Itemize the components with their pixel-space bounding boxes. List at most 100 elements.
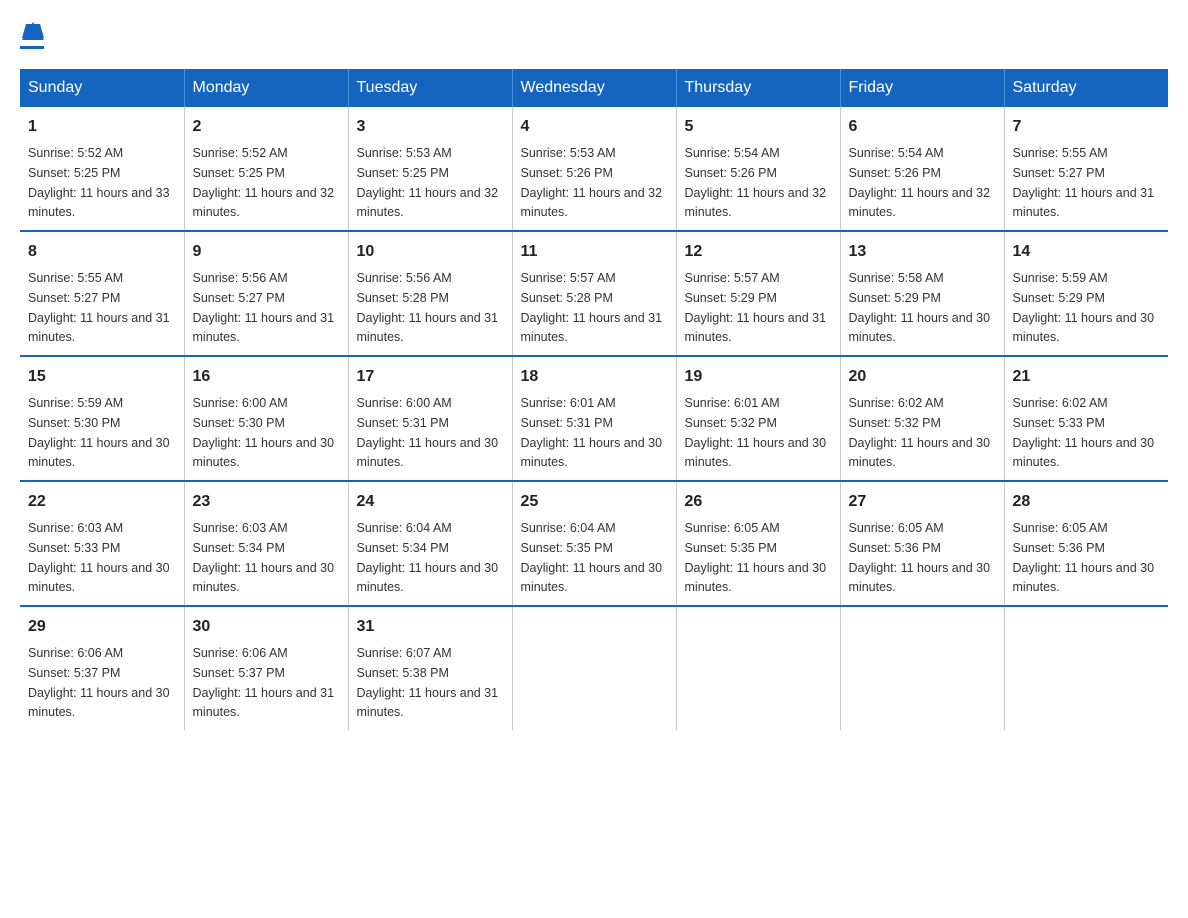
day-number: 29 bbox=[28, 615, 176, 639]
day-number: 30 bbox=[193, 615, 340, 639]
day-info: Sunrise: 5:55 AMSunset: 5:27 PMDaylight:… bbox=[28, 271, 170, 344]
day-info: Sunrise: 5:52 AMSunset: 5:25 PMDaylight:… bbox=[193, 146, 335, 219]
calendar-cell: 12 Sunrise: 5:57 AMSunset: 5:29 PMDaylig… bbox=[676, 231, 840, 356]
day-info: Sunrise: 5:57 AMSunset: 5:28 PMDaylight:… bbox=[521, 271, 663, 344]
day-info: Sunrise: 6:00 AMSunset: 5:30 PMDaylight:… bbox=[193, 396, 335, 469]
day-info: Sunrise: 6:04 AMSunset: 5:35 PMDaylight:… bbox=[521, 521, 663, 594]
day-info: Sunrise: 5:56 AMSunset: 5:28 PMDaylight:… bbox=[357, 271, 499, 344]
day-info: Sunrise: 6:00 AMSunset: 5:31 PMDaylight:… bbox=[357, 396, 499, 469]
header-thursday: Thursday bbox=[676, 69, 840, 107]
calendar-cell: 3 Sunrise: 5:53 AMSunset: 5:25 PMDayligh… bbox=[348, 107, 512, 231]
calendar-table: SundayMondayTuesdayWednesdayThursdayFrid… bbox=[20, 69, 1168, 730]
header-friday: Friday bbox=[840, 69, 1004, 107]
day-number: 20 bbox=[849, 365, 996, 389]
day-info: Sunrise: 6:05 AMSunset: 5:36 PMDaylight:… bbox=[1013, 521, 1155, 594]
day-info: Sunrise: 6:03 AMSunset: 5:34 PMDaylight:… bbox=[193, 521, 335, 594]
calendar-cell: 20 Sunrise: 6:02 AMSunset: 5:32 PMDaylig… bbox=[840, 356, 1004, 481]
calendar-week-row: 22 Sunrise: 6:03 AMSunset: 5:33 PMDaylig… bbox=[20, 481, 1168, 606]
day-info: Sunrise: 6:02 AMSunset: 5:32 PMDaylight:… bbox=[849, 396, 991, 469]
calendar-header-row: SundayMondayTuesdayWednesdayThursdayFrid… bbox=[20, 69, 1168, 107]
header-wednesday: Wednesday bbox=[512, 69, 676, 107]
day-number: 28 bbox=[1013, 490, 1161, 514]
calendar-week-row: 1 Sunrise: 5:52 AMSunset: 5:25 PMDayligh… bbox=[20, 107, 1168, 231]
calendar-cell: 26 Sunrise: 6:05 AMSunset: 5:35 PMDaylig… bbox=[676, 481, 840, 606]
calendar-cell: 14 Sunrise: 5:59 AMSunset: 5:29 PMDaylig… bbox=[1004, 231, 1168, 356]
calendar-week-row: 15 Sunrise: 5:59 AMSunset: 5:30 PMDaylig… bbox=[20, 356, 1168, 481]
calendar-cell: 18 Sunrise: 6:01 AMSunset: 5:31 PMDaylig… bbox=[512, 356, 676, 481]
logo bbox=[20, 20, 44, 49]
day-number: 13 bbox=[849, 240, 996, 264]
day-number: 22 bbox=[28, 490, 176, 514]
day-number: 3 bbox=[357, 115, 504, 139]
day-info: Sunrise: 6:03 AMSunset: 5:33 PMDaylight:… bbox=[28, 521, 170, 594]
day-number: 25 bbox=[521, 490, 668, 514]
day-info: Sunrise: 5:59 AMSunset: 5:30 PMDaylight:… bbox=[28, 396, 170, 469]
day-info: Sunrise: 6:06 AMSunset: 5:37 PMDaylight:… bbox=[28, 646, 170, 719]
calendar-cell: 15 Sunrise: 5:59 AMSunset: 5:30 PMDaylig… bbox=[20, 356, 184, 481]
calendar-cell: 2 Sunrise: 5:52 AMSunset: 5:25 PMDayligh… bbox=[184, 107, 348, 231]
day-info: Sunrise: 5:53 AMSunset: 5:25 PMDaylight:… bbox=[357, 146, 499, 219]
calendar-week-row: 8 Sunrise: 5:55 AMSunset: 5:27 PMDayligh… bbox=[20, 231, 1168, 356]
calendar-cell: 4 Sunrise: 5:53 AMSunset: 5:26 PMDayligh… bbox=[512, 107, 676, 231]
day-number: 9 bbox=[193, 240, 340, 264]
calendar-cell: 21 Sunrise: 6:02 AMSunset: 5:33 PMDaylig… bbox=[1004, 356, 1168, 481]
day-number: 14 bbox=[1013, 240, 1161, 264]
calendar-cell: 29 Sunrise: 6:06 AMSunset: 5:37 PMDaylig… bbox=[20, 606, 184, 730]
calendar-cell: 31 Sunrise: 6:07 AMSunset: 5:38 PMDaylig… bbox=[348, 606, 512, 730]
day-info: Sunrise: 6:01 AMSunset: 5:32 PMDaylight:… bbox=[685, 396, 827, 469]
header-saturday: Saturday bbox=[1004, 69, 1168, 107]
calendar-cell: 10 Sunrise: 5:56 AMSunset: 5:28 PMDaylig… bbox=[348, 231, 512, 356]
page-header bbox=[20, 20, 1168, 49]
day-info: Sunrise: 5:58 AMSunset: 5:29 PMDaylight:… bbox=[849, 271, 991, 344]
header-sunday: Sunday bbox=[20, 69, 184, 107]
day-info: Sunrise: 6:07 AMSunset: 5:38 PMDaylight:… bbox=[357, 646, 499, 719]
day-info: Sunrise: 6:04 AMSunset: 5:34 PMDaylight:… bbox=[357, 521, 499, 594]
day-info: Sunrise: 6:02 AMSunset: 5:33 PMDaylight:… bbox=[1013, 396, 1155, 469]
calendar-cell: 22 Sunrise: 6:03 AMSunset: 5:33 PMDaylig… bbox=[20, 481, 184, 606]
calendar-cell: 24 Sunrise: 6:04 AMSunset: 5:34 PMDaylig… bbox=[348, 481, 512, 606]
calendar-week-row: 29 Sunrise: 6:06 AMSunset: 5:37 PMDaylig… bbox=[20, 606, 1168, 730]
day-number: 19 bbox=[685, 365, 832, 389]
day-info: Sunrise: 6:05 AMSunset: 5:36 PMDaylight:… bbox=[849, 521, 991, 594]
day-info: Sunrise: 6:06 AMSunset: 5:37 PMDaylight:… bbox=[193, 646, 335, 719]
logo-triangle-icon bbox=[22, 20, 44, 42]
day-number: 1 bbox=[28, 115, 176, 139]
calendar-cell: 30 Sunrise: 6:06 AMSunset: 5:37 PMDaylig… bbox=[184, 606, 348, 730]
header-tuesday: Tuesday bbox=[348, 69, 512, 107]
calendar-cell: 9 Sunrise: 5:56 AMSunset: 5:27 PMDayligh… bbox=[184, 231, 348, 356]
day-info: Sunrise: 5:59 AMSunset: 5:29 PMDaylight:… bbox=[1013, 271, 1155, 344]
day-number: 11 bbox=[521, 240, 668, 264]
calendar-cell bbox=[676, 606, 840, 730]
calendar-cell bbox=[840, 606, 1004, 730]
day-number: 4 bbox=[521, 115, 668, 139]
day-number: 18 bbox=[521, 365, 668, 389]
day-info: Sunrise: 5:53 AMSunset: 5:26 PMDaylight:… bbox=[521, 146, 663, 219]
calendar-cell bbox=[1004, 606, 1168, 730]
day-number: 27 bbox=[849, 490, 996, 514]
calendar-cell: 23 Sunrise: 6:03 AMSunset: 5:34 PMDaylig… bbox=[184, 481, 348, 606]
day-number: 6 bbox=[849, 115, 996, 139]
day-number: 16 bbox=[193, 365, 340, 389]
calendar-cell: 11 Sunrise: 5:57 AMSunset: 5:28 PMDaylig… bbox=[512, 231, 676, 356]
day-info: Sunrise: 6:01 AMSunset: 5:31 PMDaylight:… bbox=[521, 396, 663, 469]
calendar-cell bbox=[512, 606, 676, 730]
day-number: 10 bbox=[357, 240, 504, 264]
calendar-cell: 27 Sunrise: 6:05 AMSunset: 5:36 PMDaylig… bbox=[840, 481, 1004, 606]
calendar-cell: 7 Sunrise: 5:55 AMSunset: 5:27 PMDayligh… bbox=[1004, 107, 1168, 231]
day-info: Sunrise: 5:52 AMSunset: 5:25 PMDaylight:… bbox=[28, 146, 170, 219]
calendar-cell: 5 Sunrise: 5:54 AMSunset: 5:26 PMDayligh… bbox=[676, 107, 840, 231]
calendar-cell: 1 Sunrise: 5:52 AMSunset: 5:25 PMDayligh… bbox=[20, 107, 184, 231]
day-info: Sunrise: 6:05 AMSunset: 5:35 PMDaylight:… bbox=[685, 521, 827, 594]
day-info: Sunrise: 5:54 AMSunset: 5:26 PMDaylight:… bbox=[849, 146, 991, 219]
day-number: 17 bbox=[357, 365, 504, 389]
calendar-cell: 17 Sunrise: 6:00 AMSunset: 5:31 PMDaylig… bbox=[348, 356, 512, 481]
calendar-cell: 28 Sunrise: 6:05 AMSunset: 5:36 PMDaylig… bbox=[1004, 481, 1168, 606]
day-number: 5 bbox=[685, 115, 832, 139]
day-number: 15 bbox=[28, 365, 176, 389]
calendar-cell: 25 Sunrise: 6:04 AMSunset: 5:35 PMDaylig… bbox=[512, 481, 676, 606]
day-number: 24 bbox=[357, 490, 504, 514]
calendar-cell: 6 Sunrise: 5:54 AMSunset: 5:26 PMDayligh… bbox=[840, 107, 1004, 231]
day-info: Sunrise: 5:55 AMSunset: 5:27 PMDaylight:… bbox=[1013, 146, 1155, 219]
day-info: Sunrise: 5:54 AMSunset: 5:26 PMDaylight:… bbox=[685, 146, 827, 219]
calendar-cell: 13 Sunrise: 5:58 AMSunset: 5:29 PMDaylig… bbox=[840, 231, 1004, 356]
